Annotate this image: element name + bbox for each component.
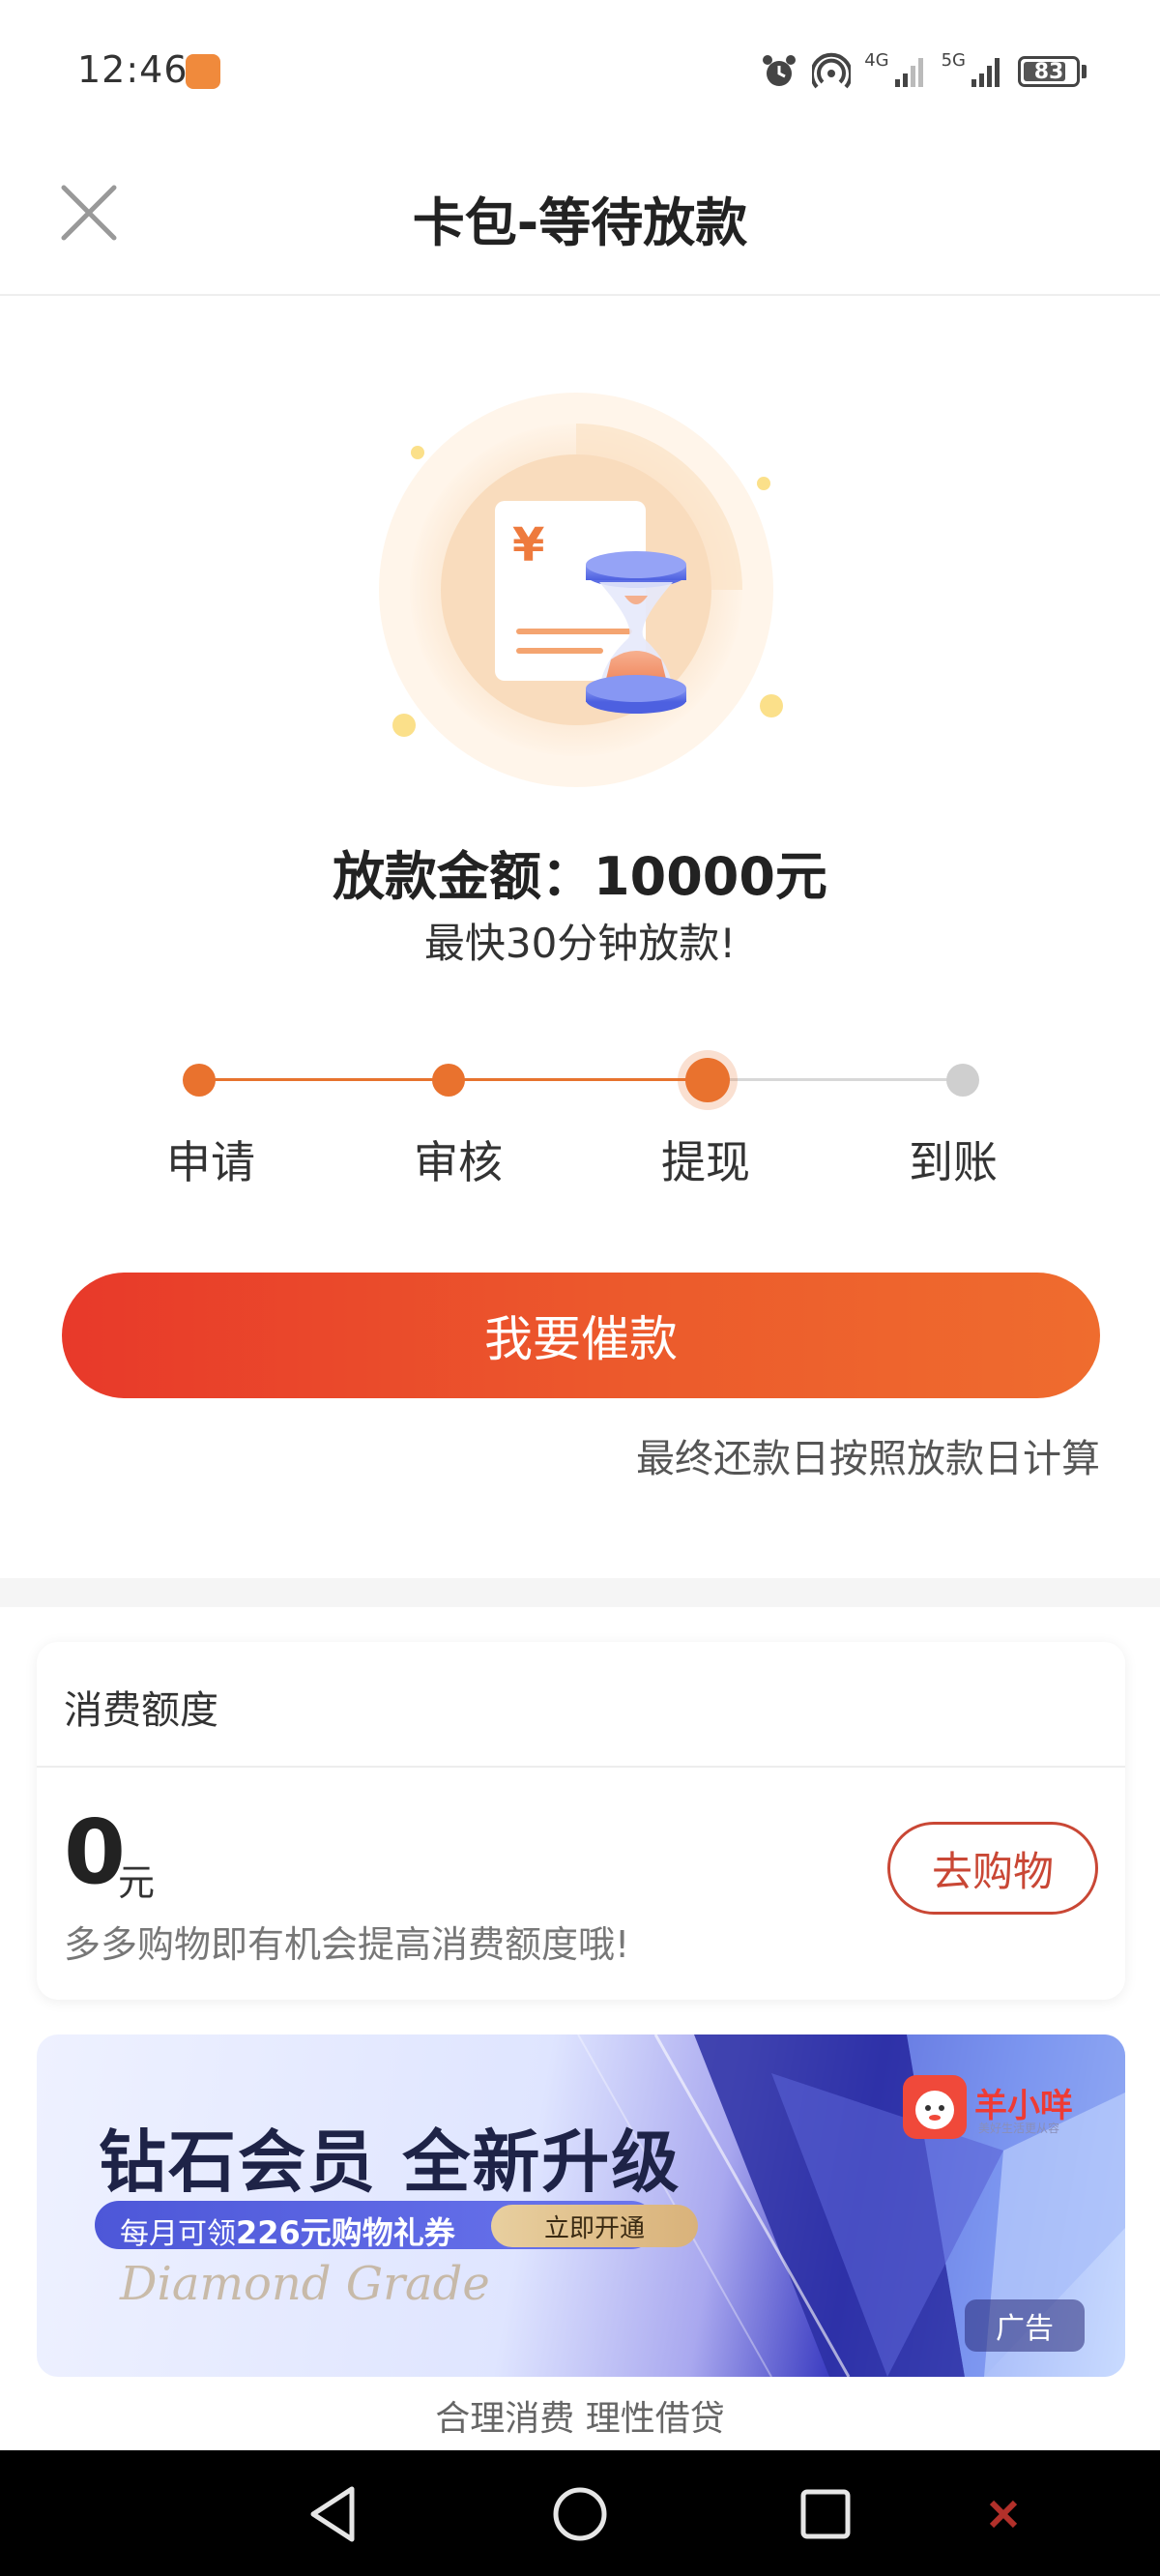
system-navigation-bar [0, 2450, 1160, 2576]
loan-amount: 放款金额：10000元 [333, 846, 827, 907]
credit-tip: 多多购物即有机会提高消费额度哦! [64, 1923, 630, 1966]
step-label-apply: 申请 [166, 1136, 255, 1188]
svg-text:¥: ¥ [512, 518, 544, 572]
app-notification-icon [186, 54, 220, 89]
loan-progress: 申请 审核 提现 到账 [0, 1044, 1160, 1199]
waiting-loan-illustration: ¥ [379, 393, 783, 787]
progress-dot-apply [183, 1064, 216, 1097]
signal-icon-1 [894, 58, 923, 87]
step-label-arrive: 到账 [909, 1136, 998, 1188]
progress-dot-review [432, 1064, 465, 1097]
progress-connector [449, 1078, 706, 1081]
footer-slogan: 合理消费 理性借贷 [435, 2399, 725, 2439]
step-label-review: 审核 [414, 1136, 503, 1188]
ad-brand-tagline: 美好生活更从容 [978, 2122, 1060, 2135]
status-bar: 12:46 4G 5G 83 [0, 0, 1160, 143]
page-header: 卡包-等待放款 [0, 143, 1160, 296]
network-label-2: 5G [941, 50, 966, 71]
progress-connector [199, 1078, 449, 1081]
ad-offer-highlight: 226元购物礼券 [236, 2214, 455, 2251]
loan-speed-note: 最快30分钟放款! [423, 920, 737, 967]
ad-label: 广告 [965, 2299, 1085, 2352]
signal-icon-2 [972, 58, 1000, 87]
section-divider [0, 1578, 1160, 1607]
progress-dot-arrive [946, 1064, 979, 1097]
status-indicators: 4G 5G 83 [760, 50, 1087, 93]
repayment-note: 最终还款日按照放款日计算 [636, 1437, 1100, 1481]
ad-offer-text: 每月可领226元购物礼券 [120, 2209, 455, 2253]
credit-title: 消费额度 [64, 1688, 218, 1733]
home-circle-icon [553, 2487, 607, 2541]
progress-connector [706, 1078, 963, 1081]
back-triangle-icon [310, 2486, 355, 2542]
battery-level: 83 [1033, 59, 1064, 84]
ad-script-text: Diamond Grade [120, 2257, 490, 2311]
nav-recent-button[interactable] [787, 2475, 864, 2553]
credit-amount: 0 [64, 1800, 127, 1904]
page-title: 卡包-等待放款 [412, 192, 748, 253]
credit-unit: 元 [118, 1861, 156, 1904]
ad-offer-prefix: 每月可领 [120, 2217, 236, 2251]
brand-logo-icon [903, 2075, 967, 2139]
battery-tip [1082, 65, 1087, 78]
consumption-credit-card: 消费额度 0 元 多多购物即有机会提高消费额度哦! 去购物 [37, 1642, 1125, 2000]
step-label-withdraw: 提现 [661, 1136, 750, 1188]
ad-headline: 钻石会员 全新升级 [99, 2122, 682, 2202]
nav-home-button[interactable] [541, 2475, 619, 2553]
recent-square-icon [800, 2489, 851, 2539]
go-shopping-button[interactable]: 去购物 [887, 1822, 1098, 1915]
watermark-logo-icon [989, 2500, 1018, 2529]
status-time: 12:46 [77, 48, 188, 91]
nav-back-button[interactable] [296, 2475, 373, 2553]
urge-payment-button[interactable]: 我要催款 [62, 1273, 1100, 1398]
ad-banner[interactable]: 钻石会员 全新升级 每月可领226元购物礼券 立即开通 Diamond Grad… [37, 2034, 1125, 2377]
card-divider [37, 1766, 1125, 1768]
battery-indicator: 83 [1018, 56, 1080, 87]
hotspot-icon [812, 52, 852, 89]
progress-dot-withdraw [685, 1058, 730, 1102]
alarm-icon [763, 55, 797, 86]
ad-open-button[interactable]: 立即开通 [491, 2205, 698, 2247]
network-label-1: 4G [864, 50, 889, 71]
